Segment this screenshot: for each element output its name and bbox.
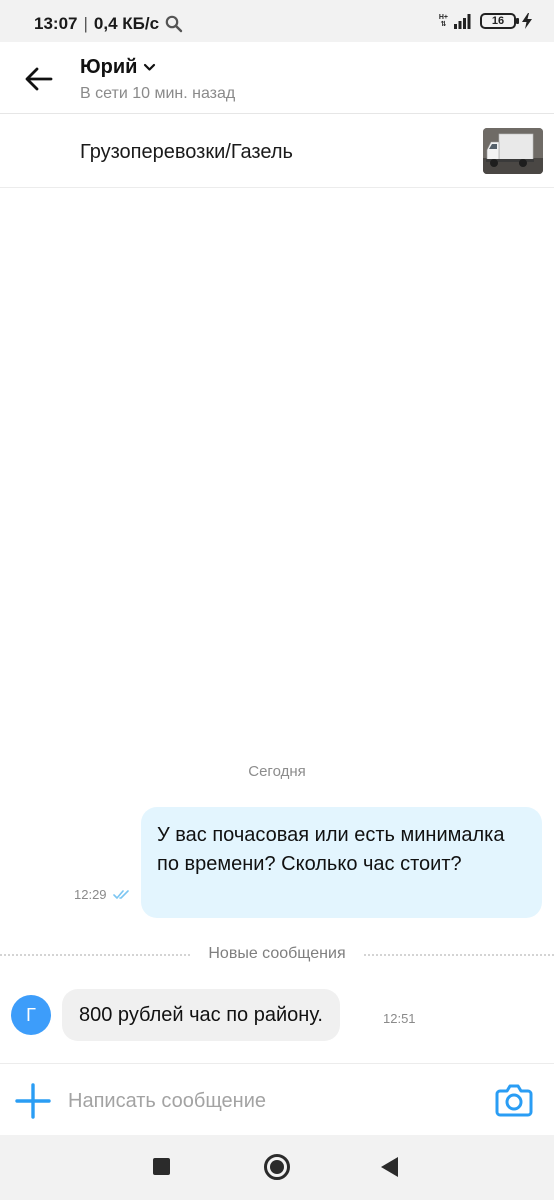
back-arrow-icon[interactable] <box>22 62 56 96</box>
camera-icon[interactable] <box>495 1082 533 1118</box>
recents-icon[interactable] <box>153 1158 170 1175</box>
status-bar: 13:07 | 0,4 КБ/с H+ ⇅ 16 <box>0 0 554 42</box>
charging-icon <box>522 13 532 29</box>
outgoing-message[interactable]: У вас почасовая или есть минималка по вр… <box>141 807 542 918</box>
contact-status: В сети 10 мин. назад <box>80 85 236 102</box>
double-check-icon <box>112 890 129 899</box>
message-composer <box>0 1063 554 1135</box>
new-messages-label: Новые сообщения <box>198 945 356 962</box>
truck-image <box>483 128 543 174</box>
system-nav-bar <box>0 1135 554 1200</box>
chevron-down-icon <box>144 63 156 71</box>
signal-icon <box>454 14 471 29</box>
date-separator: Сегодня <box>248 763 306 780</box>
listing-bar[interactable]: Грузоперевозки/Газель <box>0 115 554 188</box>
status-time: 13:07 <box>34 14 78 33</box>
chat-header: Юрий В сети 10 мин. назад <box>0 42 554 114</box>
battery-icon: 16 <box>480 13 519 29</box>
plus-icon[interactable] <box>14 1082 52 1120</box>
status-left: 13:07 | 0,4 КБ/с <box>34 14 183 34</box>
contact-name: Юрий <box>80 56 138 78</box>
battery-level: 16 <box>491 15 505 27</box>
status-right: H+ ⇅ 16 <box>439 13 532 29</box>
message-input[interactable] <box>68 1082 468 1120</box>
search-icon <box>165 15 183 33</box>
network-type: H+ ⇅ <box>438 14 448 28</box>
listing-title: Грузоперевозки/Газель <box>80 141 293 163</box>
nav-back-icon[interactable] <box>381 1157 398 1177</box>
status-net-speed: 0,4 КБ/с <box>93 14 160 33</box>
incoming-time: 12:51 <box>383 1011 416 1026</box>
home-icon[interactable] <box>264 1154 290 1180</box>
incoming-message-text: 800 рублей час по району. <box>79 1004 323 1026</box>
outgoing-message-text: У вас почасовая или есть минималка по вр… <box>157 824 505 875</box>
network-type-label: H+ <box>438 14 448 21</box>
incoming-message[interactable]: 800 рублей час по району. <box>62 989 340 1041</box>
contact-name-button[interactable]: Юрий <box>80 56 156 79</box>
outgoing-time: 12:29 <box>74 887 107 902</box>
avatar[interactable]: Г <box>11 995 51 1035</box>
outgoing-meta: 12:29 <box>74 887 131 902</box>
avatar-letter: Г <box>26 1005 36 1025</box>
listing-thumbnail[interactable] <box>483 128 543 174</box>
new-messages-divider: Новые сообщения <box>0 944 554 966</box>
